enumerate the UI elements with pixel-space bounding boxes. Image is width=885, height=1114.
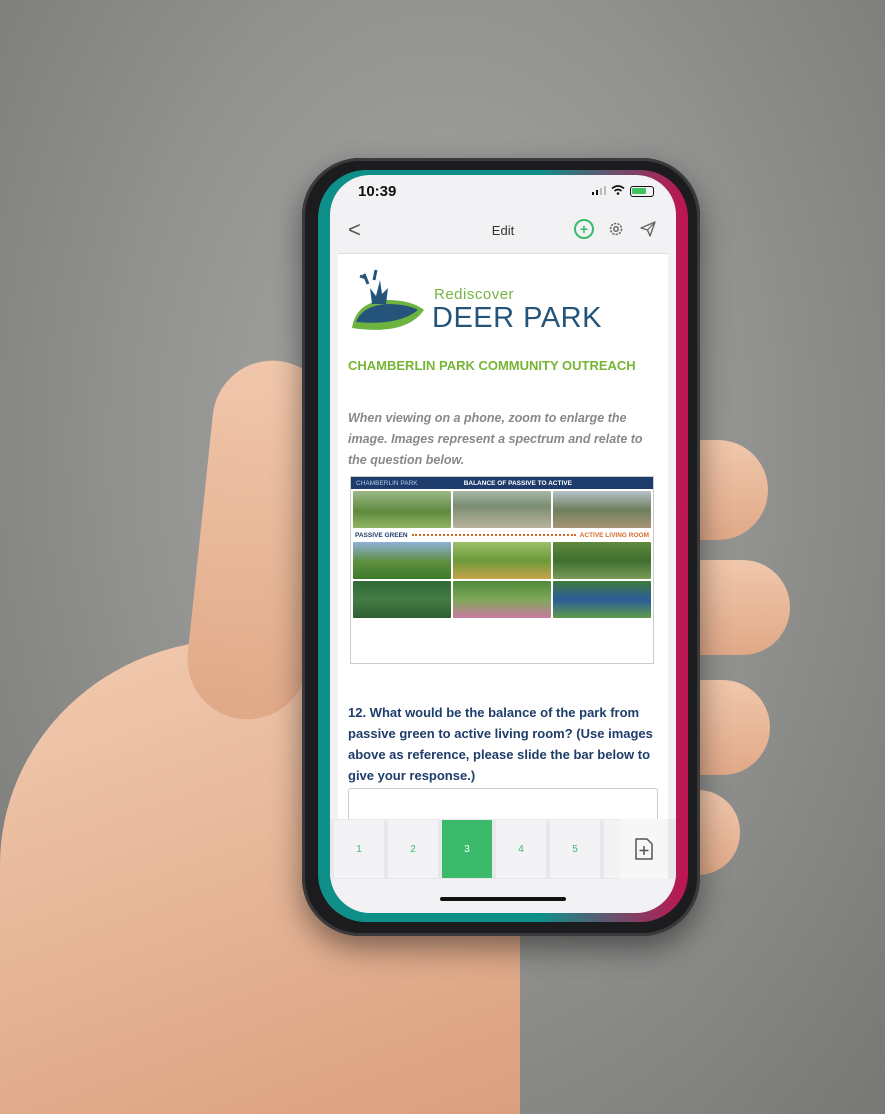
spectrum-bar: PASSIVE GREEN ACTIVE LIVING ROOM	[351, 530, 653, 540]
board-header: CHAMBERLIN PARK BALANCE OF PASSIVE TO AC…	[351, 477, 653, 489]
add-page-button[interactable]	[620, 819, 668, 879]
image-row-top	[351, 489, 653, 530]
page-tab-1[interactable]: 1	[334, 820, 384, 878]
park-photo	[353, 542, 451, 579]
section-title: CHAMBERLIN PARK COMMUNITY OUTREACH	[348, 358, 636, 373]
status-time: 10:39	[358, 183, 397, 200]
logo-deer-park: DEER PARK	[432, 302, 602, 334]
logo-rediscover: Rediscover	[434, 286, 515, 303]
deer-logo-icon	[352, 269, 424, 330]
park-photo	[353, 491, 451, 528]
board-header-center: BALANCE OF PASSIVE TO ACTIVE	[463, 479, 572, 487]
park-photo	[353, 581, 451, 618]
image-rows-bottom	[351, 540, 653, 620]
page-tab-4[interactable]: 4	[496, 820, 546, 878]
status-icons	[592, 185, 654, 198]
board-header-left: CHAMBERLIN PARK	[356, 479, 418, 487]
park-photo	[453, 491, 551, 528]
nav-actions: +	[574, 219, 658, 239]
add-circle-icon[interactable]: +	[574, 219, 594, 239]
spectrum-arrow	[411, 534, 576, 536]
park-photo	[553, 581, 651, 618]
status-bar: 10:39	[330, 175, 676, 211]
add-page-icon	[635, 838, 653, 860]
battery-icon	[630, 186, 654, 197]
spectrum-right-label: ACTIVE LIVING ROOM	[579, 531, 649, 539]
page-navigator: 1 2 3 4 5	[330, 819, 676, 879]
wifi-icon	[611, 185, 625, 198]
reference-image-board[interactable]: CHAMBERLIN PARK BALANCE OF PASSIVE TO AC…	[350, 476, 654, 664]
send-icon[interactable]	[638, 219, 658, 239]
page-tab-2[interactable]: 2	[388, 820, 438, 878]
page-tab-5[interactable]: 5	[550, 820, 600, 878]
park-photo	[553, 491, 651, 528]
park-photo	[453, 542, 551, 579]
response-slider-area[interactable]	[348, 788, 658, 819]
survey-content[interactable]: Rediscover DEER PARK CHAMBERLIN PARK COM…	[338, 253, 668, 819]
park-photo	[553, 542, 651, 579]
page-tab-3[interactable]: 3	[442, 820, 492, 878]
question-text: 12. What would be the balance of the par…	[348, 705, 653, 783]
gear-icon[interactable]	[606, 219, 626, 239]
spectrum-left-label: PASSIVE GREEN	[355, 531, 408, 539]
phone-screen: 10:39 < Edit + Rediscover DEER PARK CHAM…	[330, 175, 676, 913]
deer-park-logo: Rediscover DEER PARK	[346, 266, 606, 336]
signal-icon	[592, 185, 606, 198]
home-indicator	[440, 897, 566, 901]
instructions-text: When viewing on a phone, zoom to enlarge…	[348, 411, 643, 467]
nav-bar: < Edit +	[330, 211, 676, 249]
park-photo	[453, 581, 551, 618]
